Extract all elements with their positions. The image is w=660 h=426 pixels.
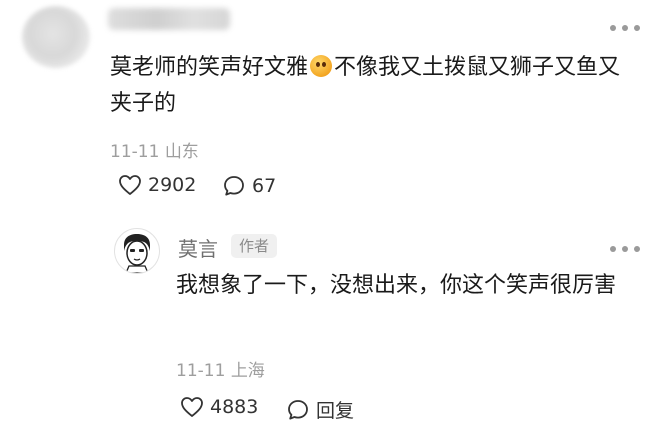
comment-reply-button[interactable]: 67 xyxy=(222,174,276,198)
comment-text-part1: 莫老师的笑声好文雅 xyxy=(110,55,309,80)
more-options-icon[interactable] xyxy=(610,23,640,33)
reply-location: 上海 xyxy=(230,361,265,381)
grinning-face-emoji-icon xyxy=(310,55,333,77)
comment-like-button[interactable]: 2902 xyxy=(118,174,196,196)
reply-date: 11-11 xyxy=(176,361,226,381)
comment-reply-count: 67 xyxy=(252,175,277,197)
comment-meta: 11-11 山东 xyxy=(110,137,199,162)
reply-more-options-icon[interactable] xyxy=(610,244,640,254)
comment-text: 莫老师的笑声好文雅 不像我又土拨鼠又狮子又鱼又夹子的 xyxy=(110,50,640,122)
comment-date: 11-11 xyxy=(110,142,160,162)
speech-bubble-icon xyxy=(224,176,244,196)
commenter-avatar[interactable] xyxy=(22,6,90,68)
author-portrait-icon xyxy=(124,234,150,273)
commenter-name-blurred[interactable] xyxy=(108,8,230,30)
comment-location: 山东 xyxy=(164,142,199,162)
speech-bubble-icon xyxy=(288,399,308,419)
reply-action-label: 回复 xyxy=(316,400,355,422)
author-name[interactable]: 莫言 xyxy=(178,233,218,262)
reply-like-button[interactable]: 4883 xyxy=(180,396,258,418)
heart-outline-icon xyxy=(181,397,203,417)
reply-meta: 11-11 上海 xyxy=(176,356,265,381)
reply-action-button[interactable]: 回复 xyxy=(286,396,354,423)
heart-outline-icon xyxy=(119,175,141,195)
reply-text: 我想象了一下，没想出来，你这个笑声很厉害 xyxy=(176,273,617,298)
author-badge: 作者 xyxy=(231,234,278,258)
author-avatar[interactable] xyxy=(114,228,160,274)
comment-like-count: 2902 xyxy=(148,174,197,196)
reply-like-count: 4883 xyxy=(210,396,259,418)
